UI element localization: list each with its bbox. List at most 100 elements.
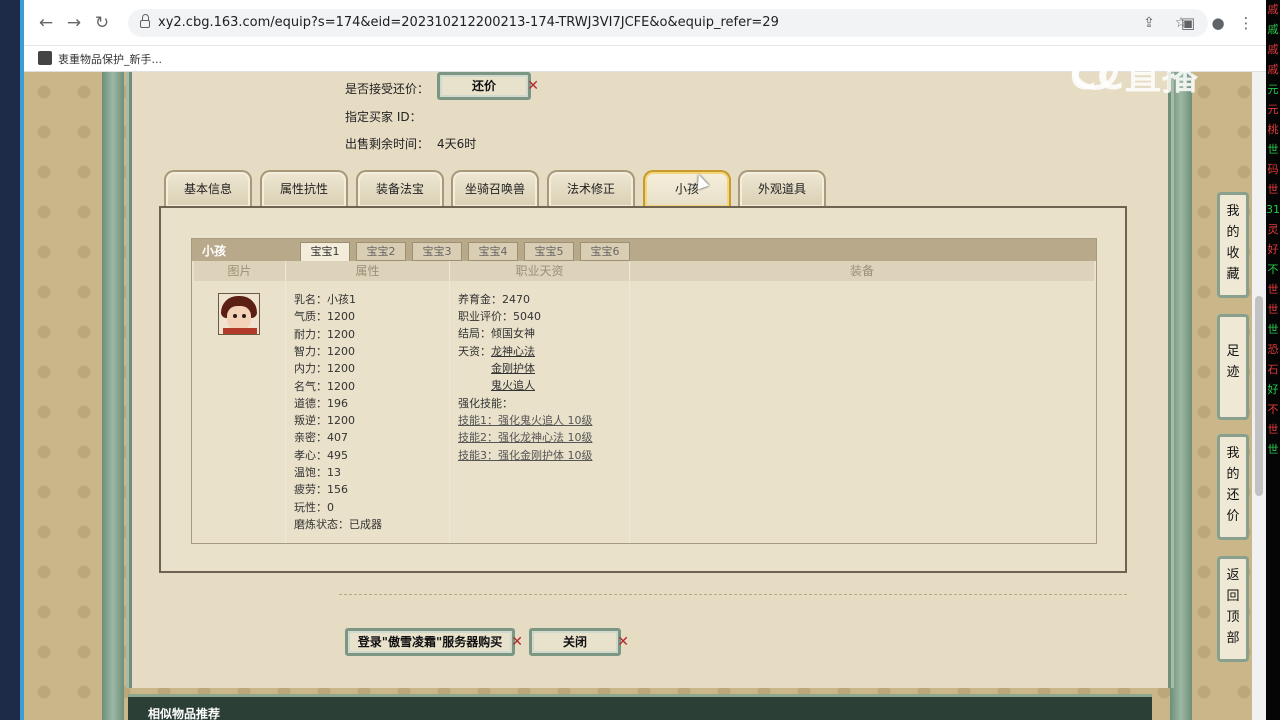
ticker-item: 31 bbox=[1266, 203, 1280, 216]
talent-link[interactable]: 金刚护体 bbox=[491, 362, 535, 376]
ticker-item: 元 bbox=[1267, 103, 1279, 116]
child-section-title: 小孩 bbox=[202, 244, 227, 258]
subtab-baby-1[interactable]: 宝宝1 bbox=[300, 242, 350, 262]
tab-child[interactable]: 小孩 bbox=[643, 170, 731, 207]
forward-arrow-icon[interactable]: → bbox=[64, 13, 84, 33]
bookmark-favicon-icon bbox=[38, 51, 52, 65]
skill-link[interactable]: 技能3：强化金刚护体 10级 bbox=[458, 449, 593, 463]
ticker-item: 戚 bbox=[1267, 43, 1279, 56]
history-button[interactable]: 足迹 bbox=[1217, 314, 1249, 420]
ticker-item: 世 bbox=[1267, 183, 1279, 196]
ticker-item: 世 bbox=[1267, 143, 1279, 156]
ticker-item: 世 bbox=[1267, 303, 1279, 316]
sidebar-icon[interactable]: ▣ bbox=[1178, 13, 1198, 33]
page-background: 是否接受还价： 还价 ✕ 指定买家 ID： 出售剩余时间： 4天6时 基本信息 … bbox=[24, 72, 1266, 720]
back-arrow-icon[interactable]: ← bbox=[36, 13, 56, 33]
career-rating: 职业评价：5040 bbox=[458, 310, 541, 323]
remaining-time-value: 4天6时 bbox=[437, 137, 477, 151]
profile-icon[interactable]: ● bbox=[1208, 13, 1228, 33]
ticker-item: 戚 bbox=[1267, 23, 1279, 36]
tab-spell-correction[interactable]: 法术修正 bbox=[547, 170, 635, 207]
reload-icon[interactable]: ↻ bbox=[92, 13, 112, 33]
subtab-baby-6[interactable]: 宝宝6 bbox=[580, 242, 630, 261]
attribute-row: 温饱：13 bbox=[294, 466, 341, 479]
talent-link[interactable]: 鬼火追人 bbox=[491, 379, 535, 393]
ticker-item: 世 bbox=[1267, 323, 1279, 336]
watermark: CC直播 bbox=[1070, 57, 1199, 98]
talent-link[interactable]: 龙神心法 bbox=[491, 345, 535, 359]
bargain-label: 是否接受还价： bbox=[345, 82, 430, 96]
tab-basic-info[interactable]: 基本信息 bbox=[164, 170, 252, 207]
ticker-item: 石 bbox=[1267, 363, 1279, 376]
career-fee: 养育金：2470 bbox=[458, 293, 530, 306]
left-taskbar-strip bbox=[0, 0, 24, 720]
scrollbar-thumb[interactable] bbox=[1255, 296, 1263, 496]
column-header-image: 图片 bbox=[194, 261, 286, 281]
attribute-row: 玩性：0 bbox=[294, 500, 334, 514]
browser-toolbar: ← → ↻ xy2.cbg.163.com/equip?s=174&eid=20… bbox=[24, 0, 1266, 46]
tab-appearance[interactable]: 外观道具 bbox=[738, 170, 826, 207]
tab-mounts-pets[interactable]: 坐骑召唤兽 bbox=[451, 170, 539, 207]
attribute-row: 耐力：1200 bbox=[294, 327, 355, 341]
column-header-career: 职业天资 bbox=[450, 261, 630, 281]
subtab-baby-2[interactable]: 宝宝2 bbox=[356, 242, 406, 261]
ticker-item: 世 bbox=[1267, 423, 1279, 436]
attribute-row: 叛逆：1200 bbox=[294, 414, 355, 428]
more-menu-icon[interactable]: ⋮ bbox=[1236, 13, 1256, 33]
ticker-item: 好 bbox=[1267, 243, 1279, 256]
ticker-item: 世 bbox=[1267, 443, 1279, 456]
scroll-close-mark-icon: ✕ bbox=[527, 78, 539, 94]
scroll-close-mark-icon: ✕ bbox=[511, 634, 523, 650]
subtab-baby-3[interactable]: 宝宝3 bbox=[412, 242, 462, 261]
lock-icon[interactable] bbox=[140, 14, 150, 28]
remaining-time-label: 出售剩余时间： bbox=[345, 137, 430, 151]
ticker-item: 元 bbox=[1267, 83, 1279, 96]
attribute-row: 孝心：495 bbox=[294, 448, 348, 462]
close-button[interactable]: 关闭 ✕ bbox=[529, 628, 629, 656]
skill-link[interactable]: 技能1：强化鬼火追人 10级 bbox=[458, 414, 593, 428]
career-ending: 结局：倾国女神 bbox=[458, 327, 535, 340]
my-bargains-button[interactable]: 我的还价 bbox=[1217, 434, 1249, 540]
subtab-baby-5[interactable]: 宝宝5 bbox=[524, 242, 574, 261]
login-buy-button[interactable]: 登录"傲雪凌霜"服务器购买 ✕ bbox=[345, 628, 523, 656]
attribute-row: 道德：196 bbox=[294, 396, 348, 410]
divider bbox=[339, 594, 1127, 595]
content-area: 是否接受还价： 还价 ✕ 指定买家 ID： 出售剩余时间： 4天6时 基本信息 … bbox=[126, 72, 1174, 688]
ticker-item: 不 bbox=[1267, 263, 1279, 276]
buyer-id-label: 指定买家 ID： bbox=[345, 110, 422, 124]
child-avatar bbox=[218, 293, 260, 335]
share-icon[interactable]: ⇪ bbox=[1140, 14, 1158, 32]
favorites-button[interactable]: 我的收藏 bbox=[1217, 192, 1249, 298]
skill-link[interactable]: 技能2：强化龙神心法 10级 bbox=[458, 431, 593, 445]
ticker-item: 桃 bbox=[1267, 123, 1279, 136]
url-text[interactable]: xy2.cbg.163.com/equip?s=174&eid=20231021… bbox=[158, 15, 779, 30]
attribute-row: 亲密：407 bbox=[294, 431, 348, 445]
tab-attributes[interactable]: 属性抗性 bbox=[260, 170, 348, 207]
scroll-close-mark-icon: ✕ bbox=[617, 634, 629, 650]
ticker-item: 戚 bbox=[1267, 3, 1279, 16]
talent-label: 天资： bbox=[458, 345, 491, 358]
attribute-row: 内力：1200 bbox=[294, 362, 355, 376]
column-header-attributes: 属性 bbox=[286, 261, 450, 281]
back-to-top-button[interactable]: 返回顶部 bbox=[1217, 556, 1249, 662]
ticker-item: 世 bbox=[1267, 283, 1279, 296]
page-scrollbar[interactable] bbox=[1252, 72, 1266, 720]
attribute-row: 乳名：小孩1 bbox=[294, 293, 356, 306]
child-table: 小孩 宝宝1 宝宝2 宝宝3 宝宝4 宝宝5 宝宝6 图片 属性 职业天资 装备 bbox=[191, 238, 1097, 544]
ticker-item: 不 bbox=[1267, 403, 1279, 416]
address-bar[interactable]: xy2.cbg.163.com/equip?s=174&eid=20231021… bbox=[128, 9, 1208, 37]
bookmark-item[interactable]: 衷重物品保护_新手... bbox=[58, 51, 162, 67]
tab-panel: 小孩 宝宝1 宝宝2 宝宝3 宝宝4 宝宝5 宝宝6 图片 属性 职业天资 装备 bbox=[159, 206, 1127, 573]
ticker-item: 恐 bbox=[1267, 343, 1279, 356]
left-frame-border bbox=[102, 72, 124, 720]
ticker-item: 码 bbox=[1267, 163, 1279, 176]
ticker-item: 好 bbox=[1267, 383, 1279, 396]
bargain-button[interactable]: 还价 ✕ bbox=[437, 72, 539, 100]
ticker-item: 戚 bbox=[1267, 63, 1279, 76]
attribute-row: 智力：1200 bbox=[294, 344, 355, 358]
similar-items-title: 相似物品推荐 bbox=[148, 707, 221, 720]
stock-ticker-strip: 戚戚戚戚元元桃世码世 31 灵好不世世世恐石好不世世 bbox=[1266, 0, 1280, 720]
subtab-baby-4[interactable]: 宝宝4 bbox=[468, 242, 518, 261]
tab-equipment[interactable]: 装备法宝 bbox=[356, 170, 444, 207]
similar-items-bar: 相似物品推荐 bbox=[128, 694, 1152, 720]
